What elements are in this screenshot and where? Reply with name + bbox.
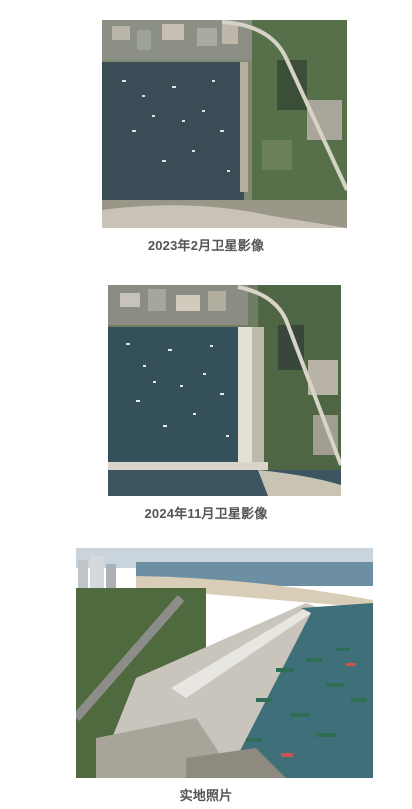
caption-satellite-2023: 2023年2月卫星影像	[147, 238, 265, 253]
caption-satellite-2024: 2024年11月卫星影像	[144, 506, 268, 521]
satellite-image-2023	[102, 20, 347, 228]
satellite-image-2024	[108, 285, 341, 496]
caption-site-photo: 实地照片	[179, 788, 233, 803]
site-photo	[76, 548, 373, 778]
